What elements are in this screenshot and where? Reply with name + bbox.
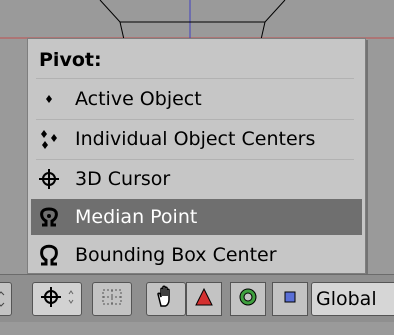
draw-type-button[interactable] (0, 282, 12, 316)
translate-button[interactable] (186, 282, 222, 316)
pivot-point-button[interactable] (32, 282, 82, 316)
scale-icon (282, 289, 298, 309)
hand-manipulator-icon (154, 285, 178, 313)
menu-item-label: Bounding Box Center (75, 244, 277, 266)
translate-icon (194, 287, 214, 311)
menu-item-individual-object-centers[interactable]: Individual Object Centers (31, 121, 362, 157)
individual-centers-icon (35, 128, 63, 150)
pivot-crosshair-icon (40, 286, 62, 312)
manipulator-toggle-button[interactable] (146, 282, 186, 316)
menu-item-3d-cursor[interactable]: 3D Cursor (31, 161, 362, 197)
menu-item-bounding-box-center[interactable]: Bounding Box Center (31, 237, 362, 273)
menu-item-label: Individual Object Centers (75, 128, 316, 150)
dropdown-arrows-icon (68, 289, 74, 309)
menu-separator (36, 78, 354, 79)
median-point-icon (35, 206, 63, 228)
rotate-icon (238, 287, 258, 311)
menu-item-median-point[interactable]: Median Point (31, 199, 362, 235)
dot-icon (35, 92, 63, 106)
viewport-bottom (0, 322, 394, 335)
menu-separator (36, 159, 354, 160)
menu-item-label: Median Point (75, 206, 198, 228)
crosshair-cursor-icon (35, 168, 63, 190)
menu-title: Pivot: (39, 49, 102, 71)
menu-item-label: Active Object (75, 88, 202, 110)
bounding-box-icon (35, 244, 63, 266)
scale-button[interactable] (272, 282, 308, 316)
rotate-button[interactable] (230, 282, 266, 316)
menu-item-label: 3D Cursor (75, 168, 171, 190)
menu-item-active-object[interactable]: Active Object (31, 81, 362, 117)
transform-orientation-select[interactable]: Global (311, 282, 394, 316)
snap-grid-icon (101, 287, 123, 311)
viewport-header: Global (0, 274, 394, 322)
menu-separator (36, 119, 354, 120)
snap-grid-button[interactable] (92, 282, 132, 316)
pivot-menu: Pivot: Active Object Individual Object C… (27, 38, 366, 274)
